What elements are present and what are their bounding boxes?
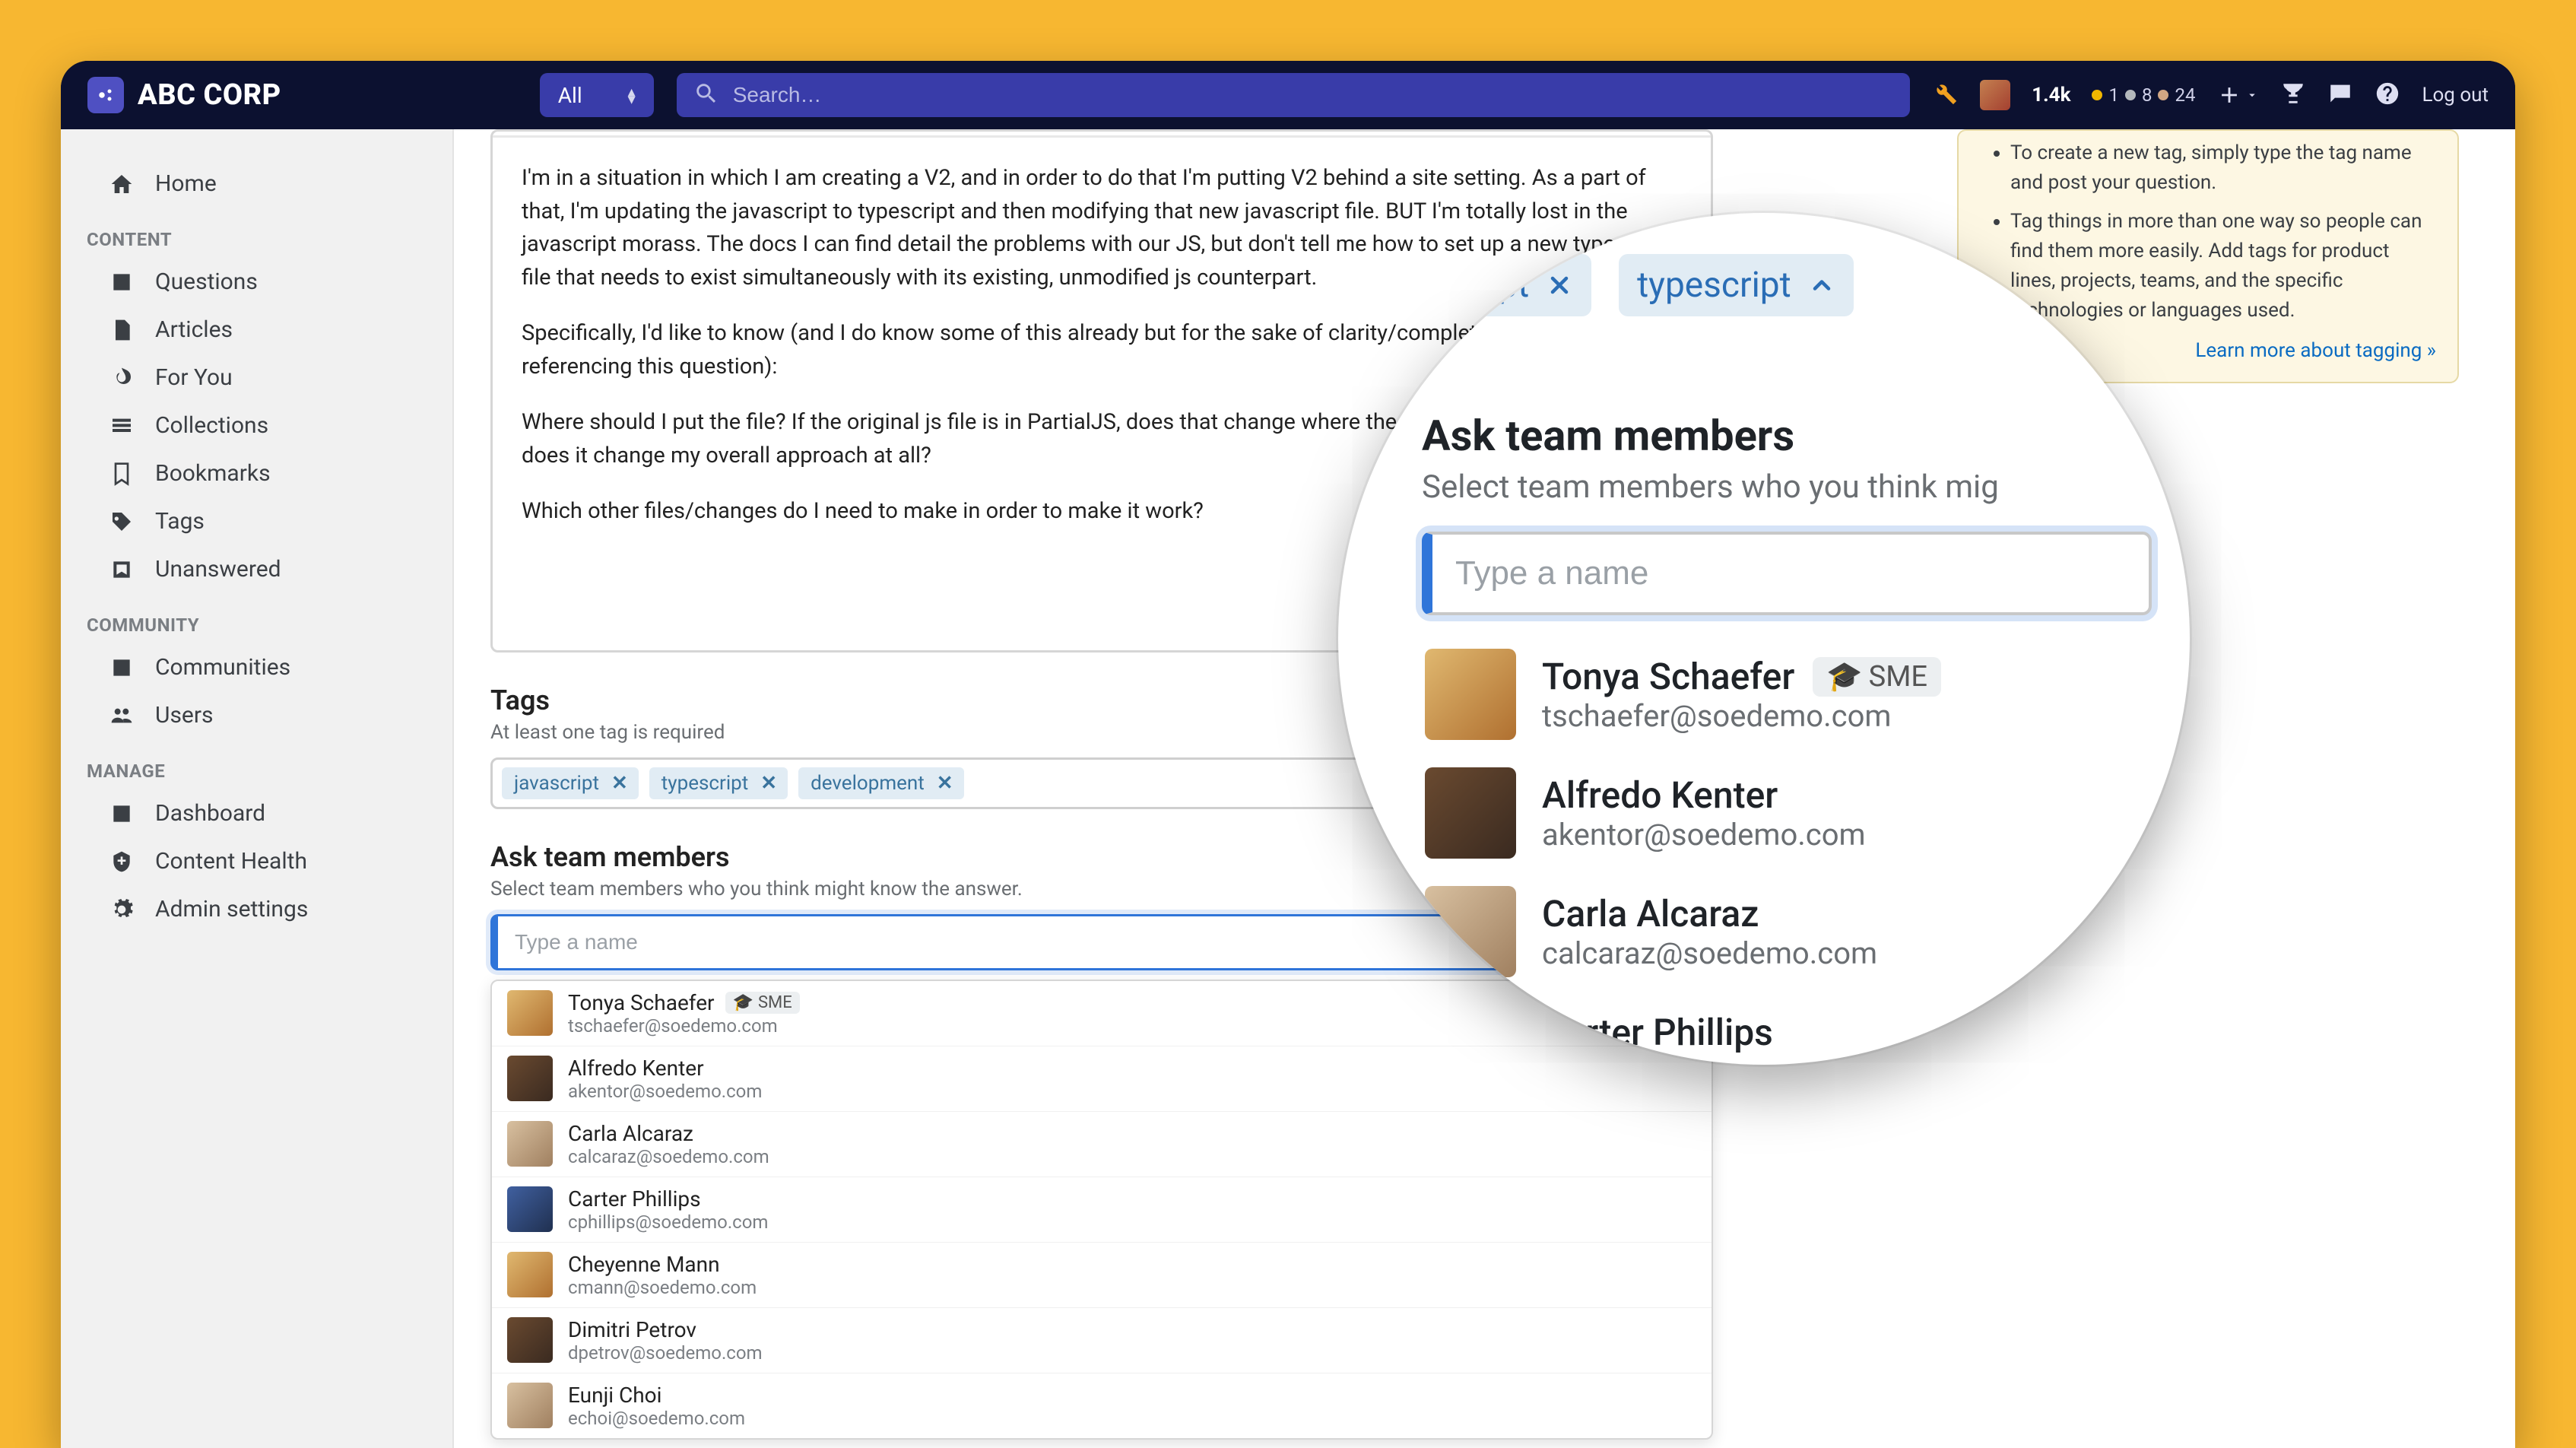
member-avatar xyxy=(507,1317,553,1363)
search-scope-dropdown[interactable]: All ▴▾ xyxy=(540,73,654,117)
users-icon xyxy=(108,703,135,728)
sidebar-item-bookmarks[interactable]: Bookmarks xyxy=(61,449,452,497)
create-button[interactable] xyxy=(2216,82,2259,108)
reputation-value: 1.4k xyxy=(2032,84,2070,106)
brand-name: ABC CORP xyxy=(138,78,281,112)
gold-badge-icon xyxy=(2092,90,2102,100)
sidebar-item-articles[interactable]: Articles xyxy=(61,306,452,354)
sidebar: Home CONTENT Questions Articles For You … xyxy=(61,129,452,1448)
member-avatar xyxy=(507,990,553,1036)
sme-badge: 🎓 SME xyxy=(1813,657,1941,697)
member-avatar xyxy=(507,1056,553,1101)
articles-icon xyxy=(108,318,135,342)
mag-member-row[interactable]: Carla Alcarazcalcaraz@soedemo.com xyxy=(1422,872,2152,991)
mag-tag-chip[interactable]: typescript xyxy=(1619,254,1854,316)
foryou-icon xyxy=(108,366,135,390)
collections-icon xyxy=(108,414,135,438)
sme-badge: 🎓 SME xyxy=(725,992,800,1014)
communities-icon xyxy=(108,656,135,680)
unanswered-icon xyxy=(108,557,135,582)
tags-icon xyxy=(108,510,135,534)
tag-remove-icon[interactable] xyxy=(1546,272,1573,299)
brand-logo xyxy=(87,77,124,113)
sidebar-item-questions[interactable]: Questions xyxy=(61,258,452,306)
mag-member-row[interactable]: Alfredo Kenterakentor@soedemo.com xyxy=(1422,754,2152,872)
mag-member-row[interactable]: Carter Phillipscphillips@soe xyxy=(1422,991,2152,1065)
sidebar-item-collections[interactable]: Collections xyxy=(61,402,452,449)
topbar: ABC CORP All ▴▾ 1.4k 1 8 24 xyxy=(61,61,2515,129)
sidebar-item-admin-settings[interactable]: Admin settings xyxy=(61,885,452,933)
mag-tags-row: avascript typescript xyxy=(1369,254,1854,316)
editor-toolbar xyxy=(493,132,1711,138)
mag-ask-title: Ask team members xyxy=(1422,411,2159,461)
tag-chip[interactable]: javascript✕ xyxy=(502,767,639,799)
badge-counts: 1 8 24 xyxy=(2092,84,2195,106)
member-avatar xyxy=(1425,1005,1516,1065)
sidebar-item-foryou[interactable]: For You xyxy=(61,354,452,402)
search-input[interactable] xyxy=(733,83,1893,107)
member-avatar xyxy=(507,1121,553,1167)
sidebar-item-unanswered[interactable]: Unanswered xyxy=(61,545,452,593)
mag-member-row[interactable]: Tonya Schaefer🎓 SMEtschaefer@soedemo.com xyxy=(1422,635,2152,754)
tag-chip[interactable]: development✕ xyxy=(798,767,964,799)
member-avatar xyxy=(507,1186,553,1232)
topbar-right: 1.4k 1 8 24 Log out xyxy=(1933,80,2489,110)
scope-caret-icon: ▴▾ xyxy=(628,87,636,103)
search-icon xyxy=(693,81,719,110)
tip-item: To create a new tag, simply type the tag… xyxy=(2010,138,2436,198)
magnifier-overlay: avascript typescript Ask team members Se… xyxy=(1338,213,2190,1065)
logout-link[interactable]: Log out xyxy=(2422,84,2489,106)
home-icon xyxy=(108,172,135,196)
tag-remove-icon[interactable]: ✕ xyxy=(754,772,783,795)
member-avatar xyxy=(1425,886,1516,977)
sidebar-item-dashboard[interactable]: Dashboard xyxy=(61,789,452,837)
member-row[interactable]: Eunji Choiechoi@soedemo.com xyxy=(492,1373,1712,1438)
sidebar-item-home[interactable]: Home xyxy=(61,160,452,208)
mag-tag-chip[interactable]: avascript xyxy=(1369,254,1591,316)
dashboard-icon xyxy=(108,802,135,826)
silver-badge-icon xyxy=(2125,90,2136,100)
member-avatar xyxy=(1425,767,1516,859)
admin-settings-icon xyxy=(108,897,135,922)
sidebar-item-content-health[interactable]: Content Health xyxy=(61,837,452,885)
member-row[interactable]: Carter Phillipscphillips@soedemo.com xyxy=(492,1176,1712,1242)
sidebar-item-users[interactable]: Users xyxy=(61,691,452,739)
mag-member-list: Tonya Schaefer🎓 SMEtschaefer@soedemo.com… xyxy=(1422,635,2152,1065)
sidebar-item-tags[interactable]: Tags xyxy=(61,497,452,545)
help-icon[interactable] xyxy=(2375,81,2400,110)
tag-chip[interactable]: typescript✕ xyxy=(649,767,788,799)
achievements-icon[interactable] xyxy=(2280,81,2306,110)
member-row[interactable]: Carla Alcarazcalcaraz@soedemo.com xyxy=(492,1111,1712,1176)
search-scope-label: All xyxy=(558,83,582,108)
content-health-icon xyxy=(108,849,135,874)
questions-icon xyxy=(108,270,135,294)
user-avatar[interactable] xyxy=(1980,80,2010,110)
member-avatar xyxy=(507,1252,553,1297)
sidebar-group-manage: MANAGE xyxy=(61,739,452,789)
search-box[interactable] xyxy=(677,73,1910,117)
bookmarks-icon xyxy=(108,462,135,486)
sidebar-group-content: CONTENT xyxy=(61,208,452,258)
member-avatar xyxy=(1425,649,1516,740)
tag-remove-icon[interactable]: ✕ xyxy=(931,772,960,795)
review-icon[interactable] xyxy=(2327,81,2353,110)
tools-icon[interactable] xyxy=(1933,81,1959,110)
brand: ABC CORP xyxy=(87,77,281,113)
sidebar-group-community: COMMUNITY xyxy=(61,593,452,643)
member-avatar xyxy=(507,1383,553,1428)
bronze-badge-icon xyxy=(2158,90,2168,100)
member-row[interactable]: Cheyenne Manncmann@soedemo.com xyxy=(492,1242,1712,1307)
tag-collapse-icon[interactable] xyxy=(1808,272,1835,299)
sidebar-item-communities[interactable]: Communities xyxy=(61,643,452,691)
member-row[interactable]: Dimitri Petrovdpetrov@soedemo.com xyxy=(492,1307,1712,1373)
tag-remove-icon[interactable]: ✕ xyxy=(605,772,634,795)
mag-ask-subtitle: Select team members who you think mig xyxy=(1422,468,2159,506)
mag-ask-input[interactable] xyxy=(1422,532,2152,615)
